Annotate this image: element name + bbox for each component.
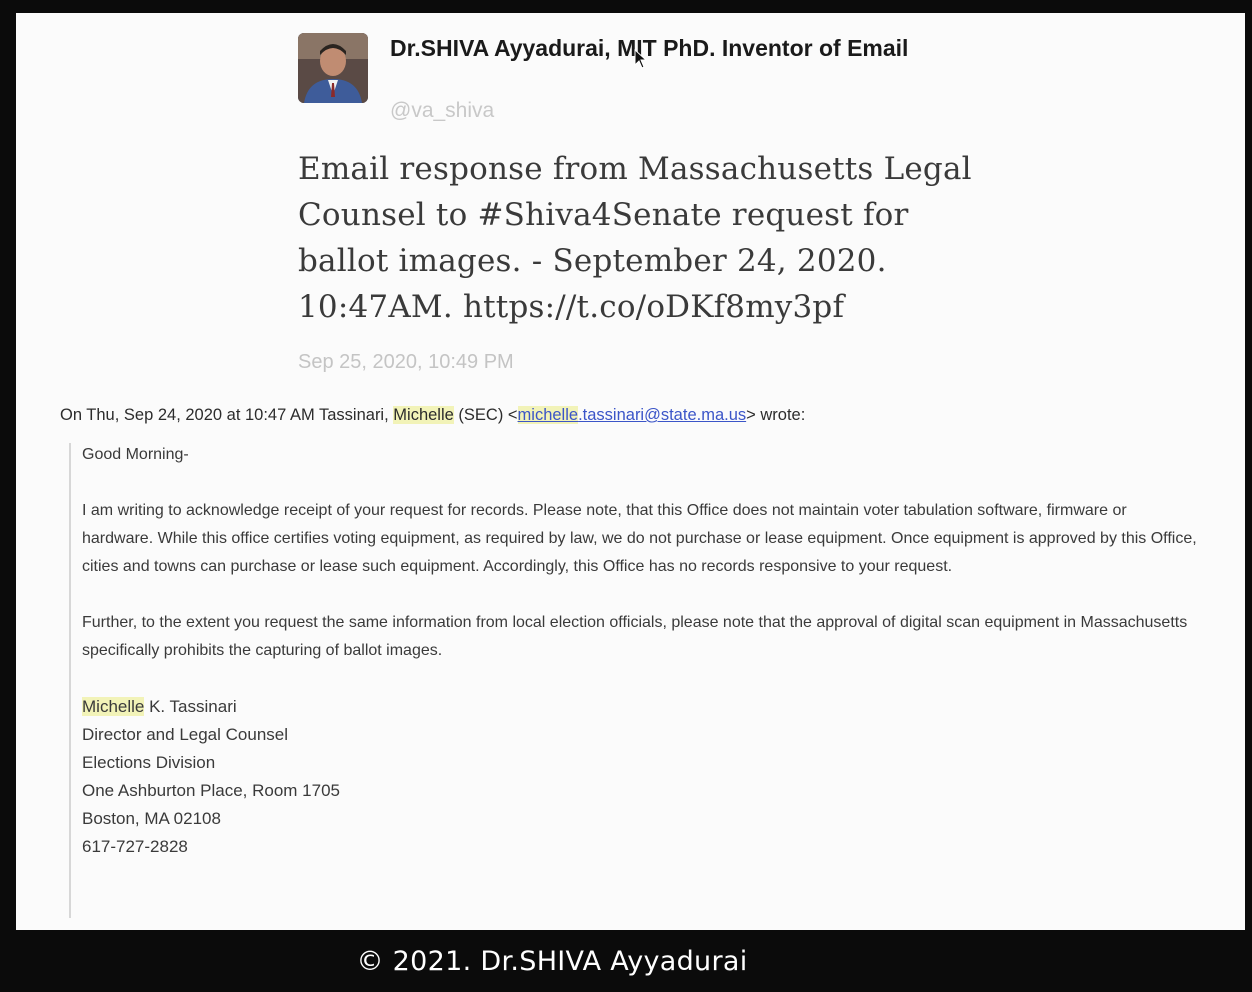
email-paragraph-1: I am writing to acknowledge receipt of y… (82, 502, 1197, 575)
email-header-suffix: > wrote: (746, 406, 806, 424)
email-greeting: Good Morning- (82, 446, 189, 463)
tweet-handle[interactable]: @va_shiva (390, 99, 494, 123)
email-address-link[interactable]: michelle.tassinari@state.ma.us (517, 406, 747, 424)
copyright-footer: © 2021. Dr.SHIVA Ayyadurai (356, 946, 748, 977)
mouse-cursor-icon (634, 49, 648, 69)
signature-name: Michelle K. Tassinari (82, 693, 1202, 721)
email-address-rest: .tassinari@state.ma.us (578, 406, 747, 424)
quote-bar (69, 443, 71, 918)
tweet-timestamp[interactable]: Sep 25, 2020, 10:49 PM (298, 351, 514, 374)
signature-address-1: One Ashburton Place, Room 1705 (82, 781, 340, 800)
tweet-text: Email response from Massachusetts Legal … (298, 151, 972, 325)
signature-phone: 617-727-2828 (82, 837, 188, 856)
signature-address-2: Boston, MA 02108 (82, 809, 221, 828)
tweet-author-name[interactable]: Dr.SHIVA Ayyadurai, MIT PhD. Inventor of… (390, 32, 950, 65)
signature-name-rest: K. Tassinari (144, 697, 237, 716)
email-header-first-name: Michelle (393, 406, 454, 424)
email-header-prefix: On Thu, Sep 24, 2020 at 10:47 AM Tassina… (60, 406, 389, 424)
email-address-highlight: michelle (517, 406, 579, 424)
signature-division: Elections Division (82, 753, 216, 772)
email-quote-header: On Thu, Sep 24, 2020 at 10:47 AM Tassina… (60, 406, 805, 425)
email-paragraph-2: Further, to the extent you request the s… (82, 614, 1188, 659)
email-body: Good Morning- I am writing to acknowledg… (82, 441, 1202, 861)
email-header-sec: (SEC) < (458, 406, 518, 424)
document-sheet: Dr.SHIVA Ayyadurai, MIT PhD. Inventor of… (16, 13, 1245, 930)
screen-frame: Dr.SHIVA Ayyadurai, MIT PhD. Inventor of… (0, 0, 1252, 992)
avatar[interactable] (298, 33, 368, 103)
signature-first-name: Michelle (82, 697, 145, 716)
signature-title: Director and Legal Counsel (82, 725, 289, 744)
person-photo-icon (298, 33, 368, 103)
email-signature: Michelle K. Tassinari Director and Legal… (82, 693, 1202, 861)
